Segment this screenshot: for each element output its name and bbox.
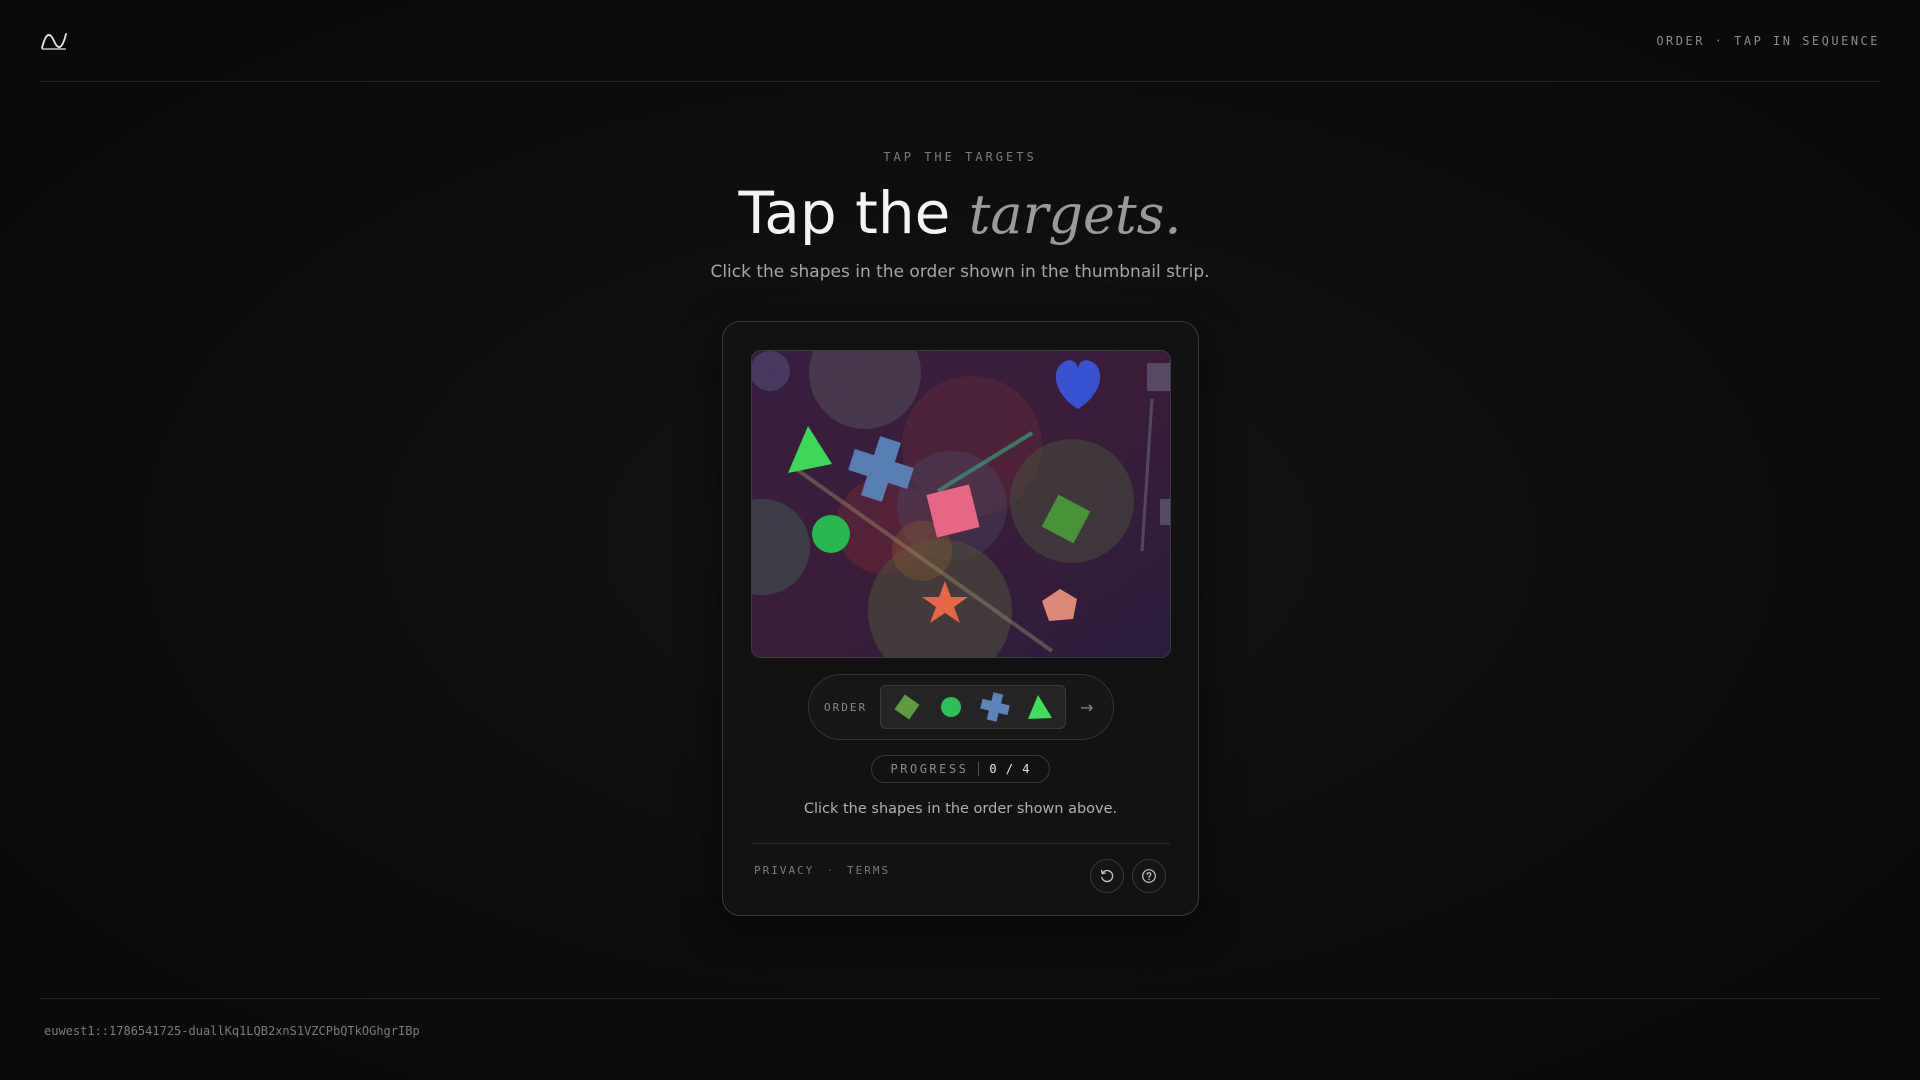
challenge-card: ORDER → PROGRESS 0 / 4 Click the shapes … [722,321,1199,916]
terms-link[interactable]: TERMS [847,864,890,877]
top-bar: ORDER · TAP IN SEQUENCE [40,0,1880,82]
refresh-button[interactable] [1090,858,1124,893]
wave-logo-icon [41,32,67,50]
order-diamond-thumb [894,694,920,720]
page-subtitle: Click the shapes in the order shown in t… [710,262,1210,282]
order-triangle-thumb [1028,695,1052,719]
order-thumbnail-strip [880,685,1066,729]
order-label: ORDER [824,700,868,714]
refresh-icon [1100,869,1114,882]
target-circle[interactable] [812,515,850,553]
footer-divider [40,998,1880,999]
challenge-canvas[interactable] [751,350,1171,658]
mode-label: ORDER · TAP IN SEQUENCE [1656,33,1880,48]
order-bar: ORDER → [808,674,1114,740]
progress-divider [978,762,980,776]
privacy-link[interactable]: PRIVACY [754,864,814,877]
decor-square [1160,499,1170,525]
link-separator: · [826,864,835,877]
instruction-text: Click the shapes in the order shown abov… [803,801,1118,817]
progress-indicator: PROGRESS 0 / 4 [871,755,1050,783]
card-actions [1090,858,1170,893]
progress-value: 0 / 4 [989,762,1031,776]
title-main: Tap the [738,179,969,247]
legal-links: PRIVACY · TERMS [751,864,890,877]
decor-square [1147,363,1170,391]
progress-label: PROGRESS [890,762,969,776]
order-next-arrow[interactable]: → [1080,698,1093,717]
help-button[interactable] [1132,858,1166,893]
page-title: Tap the targets. [0,178,1920,250]
card-footer: PRIVACY · TERMS [751,843,1170,897]
title-accent: targets. [968,183,1182,246]
decor-blob [1010,439,1134,563]
help-icon [1142,868,1156,883]
session-id: euwest1::1786541725-duallKq1LQB2xnS1VZCP… [44,1024,420,1038]
page-header: TAP THE TARGETS Tap the targets. Click t… [0,150,1920,282]
eyebrow-label: TAP THE TARGETS [883,150,1037,164]
order-cross-thumb [980,692,1010,722]
order-circle-thumb [941,697,961,717]
